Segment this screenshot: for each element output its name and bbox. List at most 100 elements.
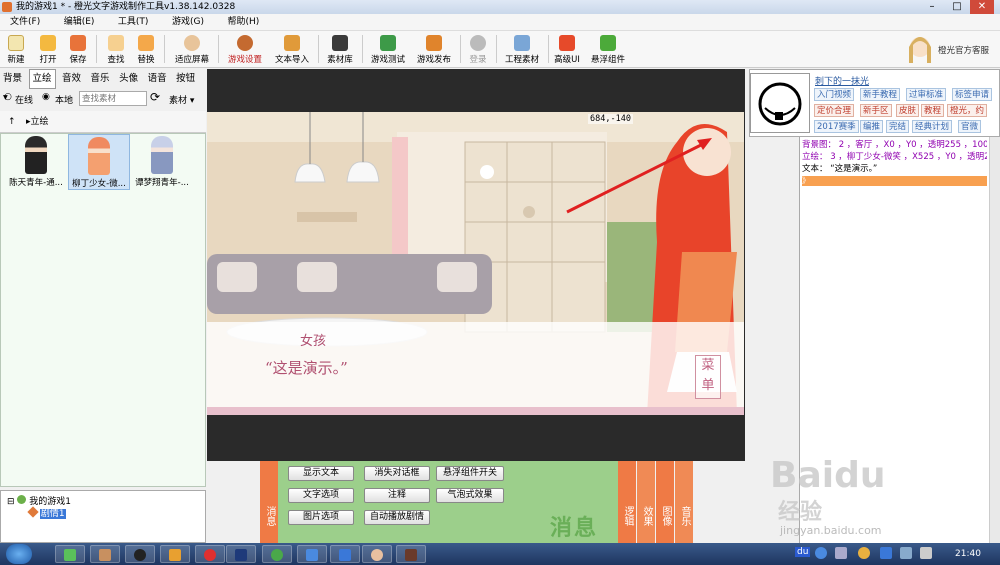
taskbar-app[interactable] [262,545,292,563]
image-options-button[interactable]: 图片选项 [288,510,354,525]
tag-link[interactable]: 皮肤 [896,104,920,117]
tab-button[interactable]: 按钮 [173,70,198,88]
tag-link[interactable]: 新手教程 [860,88,901,101]
asset-type-dropdown[interactable]: 素材 ▾ [169,93,194,106]
maximize-button[interactable]: □ [945,0,969,14]
menu-edit[interactable]: 编辑(E) [54,14,105,31]
tag-link[interactable]: 教程 [921,104,945,117]
asset-library-button[interactable]: 素材库 [325,33,355,67]
user-name-link[interactable]: 刺下的一抹光 [815,74,869,87]
script-line[interactable]: 背景图： 2 ，客厅 ，X0 ，Y0 ，透明255 ，100% ，10 [802,139,987,151]
menu-help[interactable]: 帮助(H) [217,14,269,31]
comment-button[interactable]: 注释 [364,488,430,503]
game-publish-button[interactable]: 游戏发布 [414,33,454,67]
tab-background[interactable]: 背景 [0,70,25,88]
game-test-button[interactable]: 游戏测试 [368,33,408,67]
save-button[interactable]: 保存 [66,33,90,67]
app-icon [204,549,216,561]
script-line[interactable]: 立绘： 3 ，柳丁少女-微笑 ，X525 ，Y0 ，透明255 [802,151,987,163]
radio-online[interactable]: ○ [4,92,12,102]
advanced-ui-button[interactable]: 高级UI [553,33,581,67]
new-button[interactable]: 新建 [4,33,28,67]
open-button[interactable]: 打开 [36,33,60,67]
menu-file[interactable]: 文件(F) [0,14,50,31]
menu-tools[interactable]: 工具(T) [108,14,159,31]
asset-item[interactable]: 谭梦翔青年-... [131,134,193,190]
up-arrow-icon[interactable]: ↑ [8,111,16,133]
tag-link[interactable]: 标签申请 [952,88,993,101]
tab-avatar[interactable]: 头像 [116,70,141,88]
tag-link[interactable]: 完结 [886,120,910,133]
minimize-button[interactable]: – [920,0,944,14]
taskbar-app[interactable] [362,545,392,563]
close-button[interactable]: ✕ [970,0,994,14]
replace-button[interactable]: 替换 [134,33,158,67]
tray-help-icon[interactable] [815,547,827,559]
asset-item[interactable]: 陈天青年-通... [5,134,67,190]
hide-dialog-button[interactable]: 消失对话框 [364,466,430,481]
taskbar-app[interactable] [55,545,85,563]
taskbar-app[interactable] [226,545,256,563]
fit-screen-button[interactable]: 适应屏幕 [172,33,212,67]
taskbar-app[interactable] [125,545,155,563]
tab-effects[interactable]: 效果 [637,461,655,543]
taskbar-app[interactable] [195,545,225,563]
taskbar-app[interactable] [160,545,190,563]
float-widget-button[interactable]: 悬浮组件 [588,33,628,67]
bubble-effect-button[interactable]: 气泡式效果 [436,488,504,503]
tab-music-cmd[interactable]: 音乐 [675,461,693,543]
tray-network-icon[interactable] [900,547,912,559]
taskbar-app[interactable] [297,545,327,563]
tray-app-icon[interactable] [835,547,847,559]
taskbar-app[interactable] [90,545,120,563]
tag-link[interactable]: 过审标准 [906,88,947,101]
script-scrollbar[interactable] [989,137,1000,543]
autoplay-story-button[interactable]: 自动播放剧情 [364,510,430,525]
tray-shield-icon[interactable] [880,547,892,559]
tab-logic[interactable]: 逻辑 [618,461,636,543]
tray-app-icon[interactable] [858,547,870,559]
tag-link[interactable]: 2017赛季 [814,120,859,133]
asset-item[interactable]: 柳丁少女-微... [68,134,130,190]
taskbar-app[interactable] [330,545,360,563]
taskbar-app[interactable] [396,545,426,563]
tag-link[interactable]: 官微 [958,120,982,133]
show-text-button[interactable]: 显示文本 [288,466,354,481]
text-import-button[interactable]: 文本导入 [272,33,312,67]
replace-icon [138,35,154,51]
tab-sfx[interactable]: 音效 [59,70,84,88]
script-line[interactable]: 文本： “这是演示。” [802,163,987,175]
refresh-icon[interactable]: ⟳ [150,90,160,104]
game-menu-button[interactable]: 菜单 [695,355,721,399]
float-widget-toggle-button[interactable]: 悬浮组件开关 [436,466,504,481]
script-cursor-line[interactable]: 》 [802,176,987,186]
taskbar-clock[interactable]: 21:40 [955,543,981,565]
tag-link[interactable]: 经典计划 [912,120,953,133]
tree-child[interactable]: 剧情1 [27,506,66,519]
text-options-button[interactable]: 文字选项 [288,488,354,503]
tag-link[interactable]: 橙光，约 [947,104,988,117]
tab-music[interactable]: 音乐 [88,70,113,88]
tab-standing-art[interactable]: 立绘 [28,69,56,89]
tray-du-icon[interactable]: du [795,547,811,557]
tag-link[interactable]: 新手区 [860,104,892,117]
login-button[interactable]: 登录 [466,33,490,67]
tag-link[interactable]: 编推 [860,120,884,133]
tab-voice[interactable]: 语音 [145,70,170,88]
radio-local[interactable]: ◉ [42,92,50,102]
tab-message[interactable]: 消息 [260,461,278,543]
tab-image[interactable]: 图像 [656,461,674,543]
user-avatar[interactable] [750,73,810,133]
tag-link[interactable]: 定价合理 [814,104,855,117]
photoshop-icon [235,549,247,561]
project-assets-button[interactable]: 工程素材 [502,33,542,67]
start-button[interactable] [6,544,32,564]
asset-search-input[interactable] [79,91,147,106]
menu-game[interactable]: 游戏(G) [162,14,214,31]
tray-volume-icon[interactable] [920,547,932,559]
find-button[interactable]: 查找 [104,33,128,67]
support-label[interactable]: 橙光官方客服 [938,44,989,56]
support-avatar[interactable] [905,33,935,66]
game-settings-button[interactable]: 游戏设置 [225,33,265,67]
tag-link[interactable]: 入门视频 [814,88,855,101]
